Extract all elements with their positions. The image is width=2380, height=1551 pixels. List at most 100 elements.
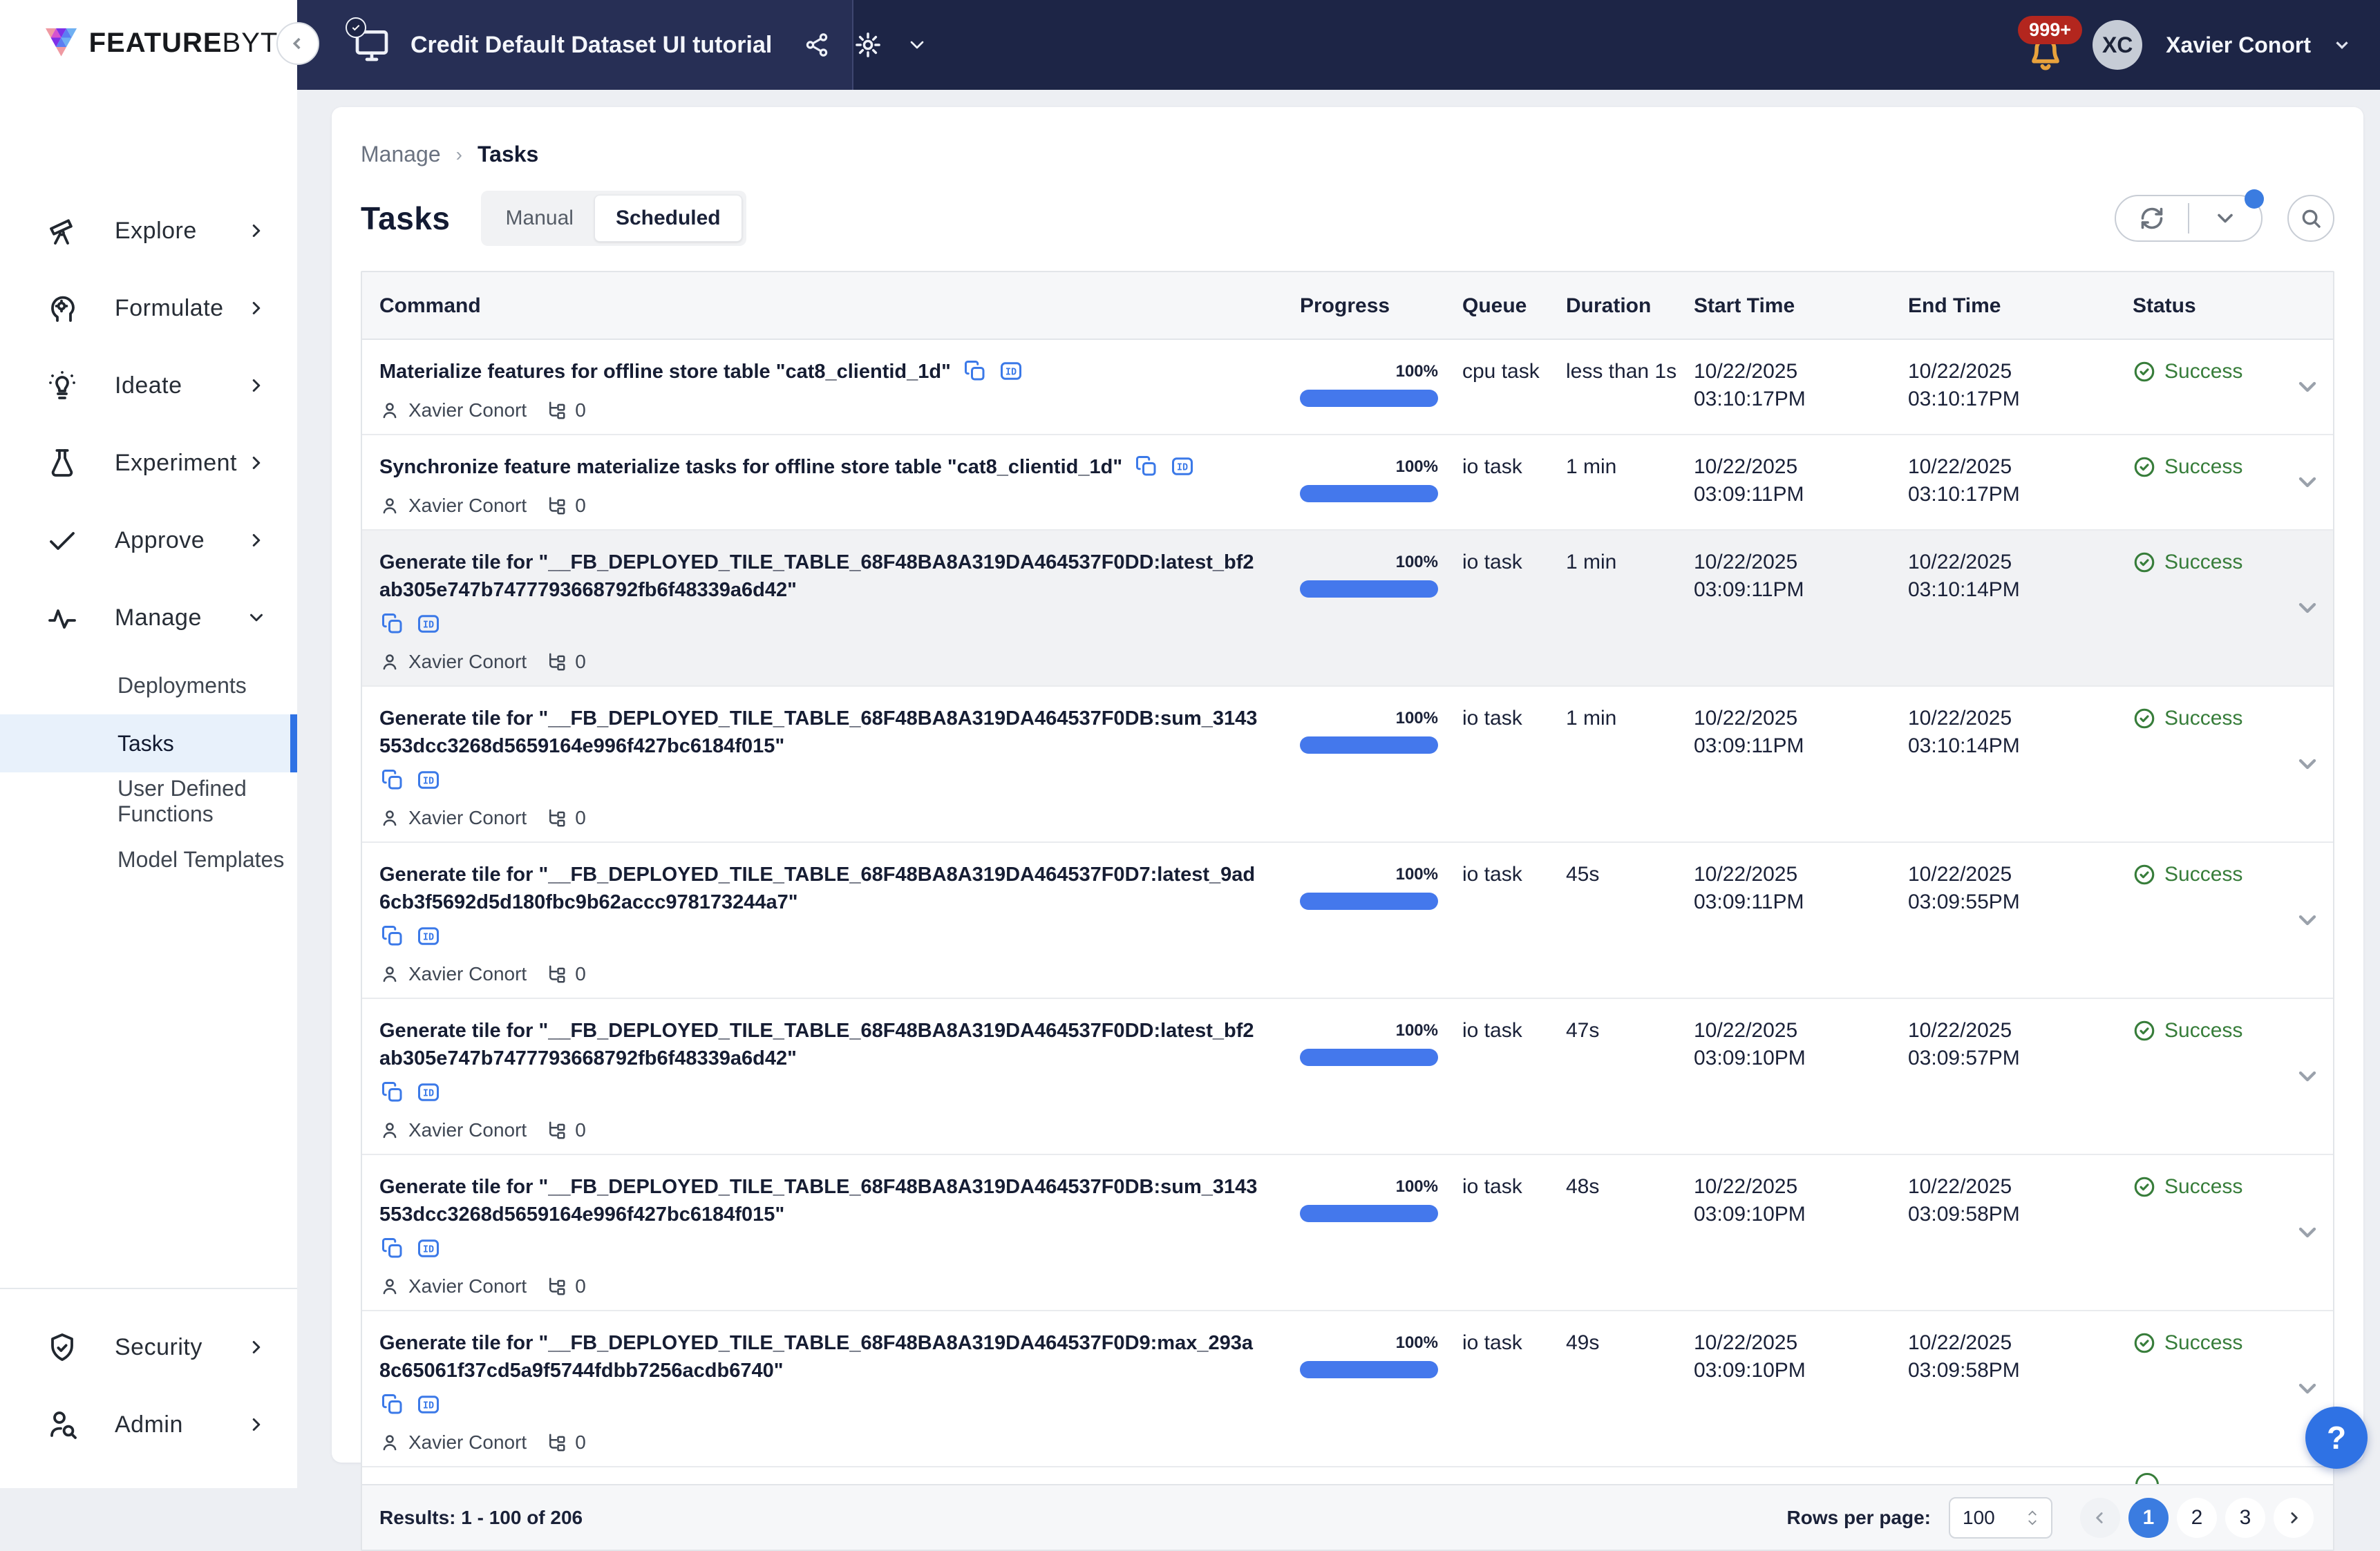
- user-menu-chevron-icon[interactable]: [2332, 35, 2352, 55]
- brand-logo[interactable]: FEATUREBYTE: [0, 0, 297, 62]
- chevron-right-icon: [246, 453, 267, 473]
- breadcrumb-tasks[interactable]: Tasks: [478, 142, 538, 167]
- task-id-button[interactable]: ID: [1169, 453, 1196, 479]
- search-button[interactable]: [2287, 195, 2334, 242]
- expand-chevron-icon[interactable]: [2294, 906, 2321, 934]
- sidebar-item-explore[interactable]: Explore: [0, 192, 297, 269]
- status-text: Success: [2164, 358, 2242, 386]
- task-row[interactable]: Generate tile for "__FB_DEPLOYED_TILE_TA…: [362, 843, 2333, 999]
- task-row[interactable]: Generate tile for "__FB_DEPLOYED_TILE_TA…: [362, 1311, 2333, 1467]
- person-icon: [379, 808, 400, 828]
- chevron-right-icon: [246, 530, 267, 551]
- sidebar-item-admin[interactable]: Admin: [0, 1386, 297, 1463]
- pagination-page-1[interactable]: 1: [2128, 1498, 2169, 1538]
- sidebar-item-user-defined-functions[interactable]: User Defined Functions: [0, 772, 297, 830]
- task-id-button[interactable]: ID: [415, 611, 442, 637]
- expand-cell: [2281, 999, 2333, 1154]
- chevron-down-icon[interactable]: [906, 34, 928, 56]
- sidebar-item-tasks[interactable]: Tasks: [0, 714, 297, 772]
- refresh-split-button: [2115, 195, 2263, 242]
- task-row[interactable]: Generate tile for "__FB_DEPLOYED_TILE_TA…: [362, 1155, 2333, 1311]
- sidebar-collapse-button[interactable]: [276, 22, 319, 65]
- search-icon: [2299, 207, 2323, 230]
- copy-button[interactable]: [962, 358, 988, 384]
- progress-label: 100%: [1300, 1329, 1438, 1357]
- copy-icon: [380, 768, 405, 792]
- command-text: Synchronize feature materialize tasks fo…: [379, 456, 1122, 478]
- owner-line: Xavier Conort 0: [379, 1275, 1258, 1297]
- task-id-button[interactable]: ID: [415, 1391, 442, 1418]
- copy-button[interactable]: [379, 1079, 406, 1105]
- expand-chevron-icon[interactable]: [2294, 1375, 2321, 1402]
- progress-label: 100%: [1300, 453, 1438, 481]
- title-row: Tasks Manual Scheduled: [361, 191, 2334, 246]
- sidebar-item-ideate[interactable]: Ideate: [0, 347, 297, 424]
- copy-button[interactable]: [379, 611, 406, 637]
- tab-scheduled[interactable]: Scheduled: [594, 195, 742, 242]
- id-badge-icon: ID: [416, 1080, 441, 1105]
- pagination-next-button[interactable]: [2274, 1498, 2314, 1538]
- command-cell: Materialize features for offline store t…: [362, 340, 1300, 434]
- command-actions: ID: [379, 1391, 1258, 1418]
- help-button[interactable]: ?: [2305, 1407, 2368, 1469]
- breadcrumb-manage[interactable]: Manage: [361, 142, 441, 167]
- task-id-button[interactable]: ID: [415, 923, 442, 949]
- status-text: Success: [2164, 453, 2242, 481]
- gear-icon[interactable]: [853, 30, 882, 59]
- command-actions: ID: [379, 1235, 1258, 1262]
- task-row[interactable]: Materialize features for offline store t…: [362, 340, 2333, 435]
- task-row[interactable]: Generate tile for "__FB_DEPLOYED_TILE_TA…: [362, 999, 2333, 1155]
- sidebar-item-approve[interactable]: Approve: [0, 502, 297, 579]
- pagination-prev-button[interactable]: [2080, 1498, 2120, 1538]
- task-row[interactable]: Generate tile for "__FB_DEPLOYED_TILE_TA…: [362, 687, 2333, 843]
- notifications-button[interactable]: 999+: [2023, 17, 2072, 73]
- progress-cell: 100%: [1300, 435, 1462, 529]
- subtask-tree-icon: [546, 1120, 567, 1141]
- expand-chevron-icon[interactable]: [2294, 373, 2321, 401]
- expand-chevron-icon[interactable]: [2294, 594, 2321, 622]
- sidebar-item-model-templates[interactable]: Model Templates: [0, 830, 297, 888]
- task-id-button[interactable]: ID: [415, 767, 442, 793]
- pagination-page-3[interactable]: 3: [2225, 1498, 2265, 1538]
- task-row[interactable]: Synchronize feature materialize tasks fo…: [362, 435, 2333, 531]
- task-row[interactable]: Generate tile for "__FB_DEPLOYED_TILE_TA…: [362, 531, 2333, 687]
- command-text: Generate tile for "__FB_DEPLOYED_TILE_TA…: [379, 707, 1257, 757]
- start-time-cell: 10/22/202503:09:10PM: [1694, 1311, 1908, 1466]
- sidebar-item-security[interactable]: Security: [0, 1309, 297, 1386]
- subtask-tree-icon: [546, 1432, 567, 1453]
- expand-chevron-icon[interactable]: [2294, 1219, 2321, 1246]
- share-icon[interactable]: [804, 32, 830, 58]
- copy-button[interactable]: [379, 1235, 406, 1262]
- chevron-left-icon: [2091, 1509, 2109, 1527]
- sidebar-item-formulate[interactable]: Formulate: [0, 269, 297, 347]
- chevron-right-icon: [246, 375, 267, 396]
- page-title: Tasks: [361, 200, 451, 237]
- copy-button[interactable]: [379, 767, 406, 793]
- sidebar-item-experiment[interactable]: Experiment: [0, 424, 297, 502]
- topbar: Credit Default Dataset UI tutorial 999+ …: [297, 0, 2380, 90]
- copy-button[interactable]: [379, 1391, 406, 1418]
- command-cell: Synchronize feature materialize tasks fo…: [362, 435, 1300, 529]
- user-search-icon: [46, 1408, 79, 1441]
- id-badge-icon: ID: [416, 611, 441, 636]
- refresh-button[interactable]: [2116, 196, 2188, 240]
- copy-button[interactable]: [379, 923, 406, 949]
- end-time-cell: 10/22/202503:09:58PM: [1908, 1311, 2133, 1466]
- task-id-button[interactable]: ID: [998, 358, 1024, 384]
- subtask-tree-icon: [546, 808, 567, 828]
- task-id-button[interactable]: ID: [415, 1235, 442, 1262]
- rows-per-page-select[interactable]: 100: [1949, 1497, 2052, 1539]
- catalog-title[interactable]: Credit Default Dataset UI tutorial: [410, 32, 772, 59]
- pagination-page-2[interactable]: 2: [2177, 1498, 2217, 1538]
- sidebar-item-manage[interactable]: Manage: [0, 579, 297, 656]
- copy-button[interactable]: [1133, 453, 1160, 479]
- owner-line: Xavier Conort 0: [379, 1431, 1258, 1454]
- expand-chevron-icon[interactable]: [2294, 750, 2321, 778]
- expand-chevron-icon[interactable]: [2294, 468, 2321, 496]
- tab-manual[interactable]: Manual: [485, 196, 594, 241]
- expand-chevron-icon[interactable]: [2294, 1063, 2321, 1090]
- sidebar-item-deployments[interactable]: Deployments: [0, 656, 297, 714]
- task-id-button[interactable]: ID: [415, 1079, 442, 1105]
- avatar[interactable]: XC: [2093, 20, 2142, 70]
- tasks-mode-toggle: Manual Scheduled: [481, 191, 746, 246]
